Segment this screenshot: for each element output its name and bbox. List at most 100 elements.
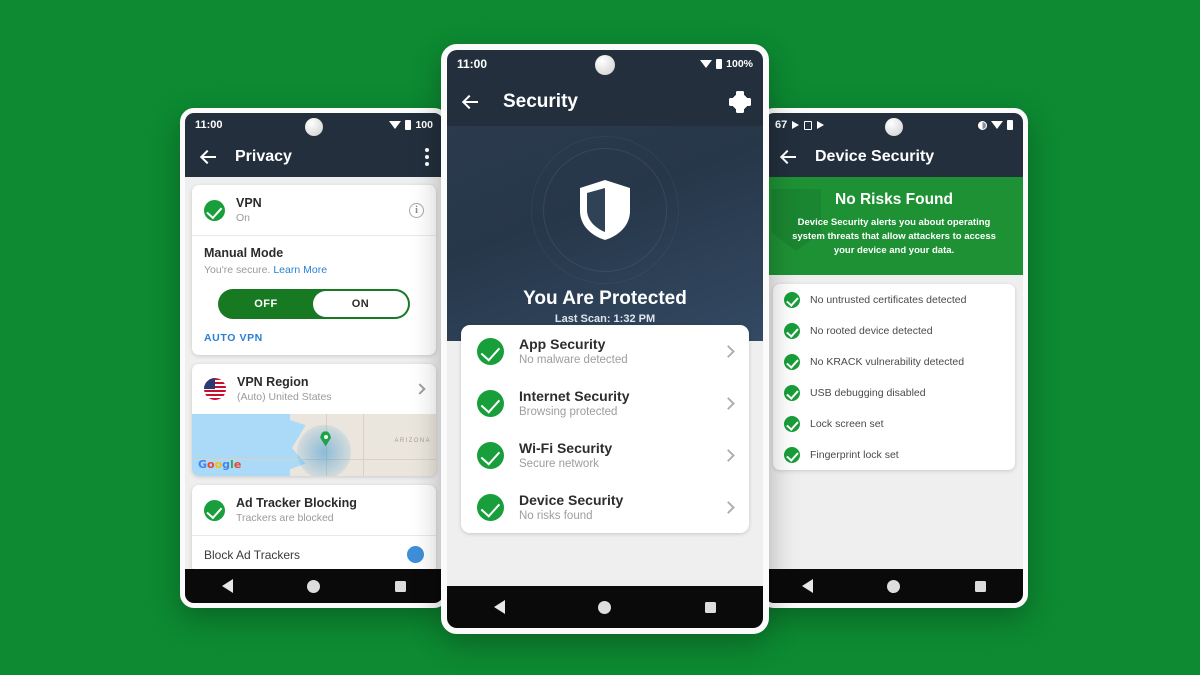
check-label: No untrusted certificates detected [810, 293, 967, 306]
check-label: No KRACK vulnerability detected [810, 355, 965, 368]
check-circle-icon [784, 353, 800, 370]
item-sub: No risks found [519, 510, 593, 522]
back-arrow-icon[interactable] [199, 147, 219, 167]
manual-mode-desc: You're secure. [204, 264, 271, 276]
last-scan-text: Last Scan: 1:32 PM [554, 313, 656, 325]
check-circle-icon [204, 499, 225, 521]
center-nav-bar [447, 586, 763, 628]
cast-icon [792, 121, 800, 129]
half-circle-icon [978, 120, 987, 130]
check-circle-icon [204, 199, 225, 221]
nav-back-icon[interactable] [802, 579, 814, 593]
left-status-bar: 11:00 100 [185, 113, 443, 137]
block-ad-trackers-row[interactable]: Block Ad Trackers [192, 536, 436, 573]
check-circle-icon [784, 415, 800, 432]
check-label: No rooted device detected [810, 324, 933, 337]
battery-icon [405, 120, 412, 130]
center-page-title: Security [503, 91, 578, 112]
toggle-on-label[interactable]: ON [313, 291, 408, 317]
security-item-device-security[interactable]: Device Security No risks found [461, 481, 749, 533]
protection-headline: You Are Protected [523, 288, 687, 309]
center-app-bar: Security [447, 78, 763, 126]
nav-recents-icon[interactable] [394, 580, 406, 592]
center-status-time: 11:00 [457, 57, 488, 71]
left-content: VPN On i Manual Mode You're secure. Lear… [185, 177, 443, 603]
left-nav-bar [185, 569, 443, 603]
ad-tracker-card: Ad Tracker Blocking Trackers are blocked… [192, 485, 436, 573]
left-status-time: 11:00 [195, 119, 223, 131]
left-battery-level: 100 [415, 119, 433, 131]
screenshot-stage: 11:00 100 Privacy VPN On i Manual Mode Y… [0, 0, 1200, 675]
back-arrow-icon[interactable] [779, 147, 799, 167]
chevron-right-icon [722, 396, 735, 410]
camera-notch-icon [595, 55, 615, 75]
right-status-bar: 67 [765, 113, 1023, 137]
vpn-row[interactable]: VPN On i [192, 185, 436, 235]
chevron-right-icon [722, 344, 735, 358]
ad-tracker-sub: Trackers are blocked [236, 512, 334, 524]
check-circle-icon [784, 322, 800, 339]
nav-recents-icon[interactable] [974, 580, 986, 592]
nav-back-icon[interactable] [493, 600, 505, 614]
vpn-region-row[interactable]: VPN Region (Auto) United States [192, 364, 436, 414]
left-screen: 11:00 100 Privacy VPN On i Manual Mode Y… [185, 113, 443, 603]
security-items-card: App Security No malware detected Interne… [461, 325, 749, 533]
nav-home-icon[interactable] [887, 579, 901, 593]
check-circle-icon [784, 384, 800, 401]
vpn-title: VPN [236, 196, 262, 210]
auto-vpn-button[interactable]: AUTO VPN [192, 319, 436, 355]
check-circle-icon [477, 493, 504, 521]
wifi-icon [700, 60, 713, 68]
camera-notch-icon [305, 118, 323, 136]
nav-recents-icon[interactable] [705, 601, 717, 613]
info-icon[interactable]: i [409, 202, 424, 218]
security-item-wifi-security[interactable]: Wi-Fi Security Secure network [461, 429, 749, 481]
block-ad-trackers-switch[interactable] [407, 546, 424, 563]
battery-icon [716, 59, 723, 69]
security-item-app-security[interactable]: App Security No malware detected [461, 325, 749, 377]
right-status-time: 67 [775, 119, 788, 131]
vpn-state: On [236, 212, 251, 224]
toggle-off-label[interactable]: OFF [218, 298, 314, 310]
vpn-toggle[interactable]: OFF . ON [218, 289, 410, 319]
no-risks-title: No Risks Found [835, 191, 953, 208]
overflow-menu-icon[interactable] [425, 148, 429, 166]
phone-center-security: 11:00 100% Security You Are Protected La… [441, 44, 769, 634]
check-circle-icon [477, 389, 504, 417]
list-item: No KRACK vulnerability detected [773, 346, 1015, 377]
security-item-internet-security[interactable]: Internet Security Browsing protected [461, 377, 749, 429]
play-icon [817, 121, 825, 129]
check-label: USB debugging disabled [810, 386, 926, 399]
gear-icon[interactable] [731, 91, 749, 113]
ad-tracker-row[interactable]: Ad Tracker Blocking Trackers are blocked [192, 485, 436, 535]
center-screen: 11:00 100% Security You Are Protected La… [447, 50, 763, 628]
list-item: USB debugging disabled [773, 377, 1015, 408]
scan-ring [531, 136, 679, 284]
vpn-region-card: VPN Region (Auto) United States ARIZONA [192, 364, 436, 476]
vpn-region-value: (Auto) United States [237, 391, 332, 403]
vpn-region-map[interactable]: ARIZONA Google [192, 414, 436, 476]
check-label: Fingerprint lock set [810, 448, 899, 461]
right-page-title: Device Security [815, 148, 935, 165]
item-title: Device Security [519, 492, 624, 508]
phone-right-device-security: 67 Device Security No Risks Found Device… [760, 108, 1028, 608]
phone-left-privacy: 11:00 100 Privacy VPN On i Manual Mode Y… [180, 108, 448, 608]
list-item: No untrusted certificates detected [773, 284, 1015, 315]
check-circle-icon [784, 291, 800, 308]
vpn-region-title: VPN Region [237, 375, 309, 389]
nav-home-icon[interactable] [307, 579, 321, 593]
back-arrow-icon[interactable] [461, 92, 481, 112]
nav-back-icon[interactable] [222, 579, 234, 593]
right-nav-bar [765, 569, 1023, 603]
manual-mode-title: Manual Mode [204, 246, 284, 260]
chevron-right-icon [722, 500, 735, 514]
us-flag-icon [204, 378, 226, 400]
manual-mode-section: Manual Mode You're secure. Learn More OF… [192, 236, 436, 319]
map-region-label: ARIZONA [394, 437, 431, 444]
battery-icon [1007, 120, 1013, 130]
learn-more-link[interactable]: Learn More [273, 264, 327, 276]
wifi-icon [991, 121, 1003, 129]
check-circle-icon [477, 337, 504, 365]
protection-hero: You Are Protected Last Scan: 1:32 PM [447, 126, 763, 341]
nav-home-icon[interactable] [598, 600, 612, 614]
